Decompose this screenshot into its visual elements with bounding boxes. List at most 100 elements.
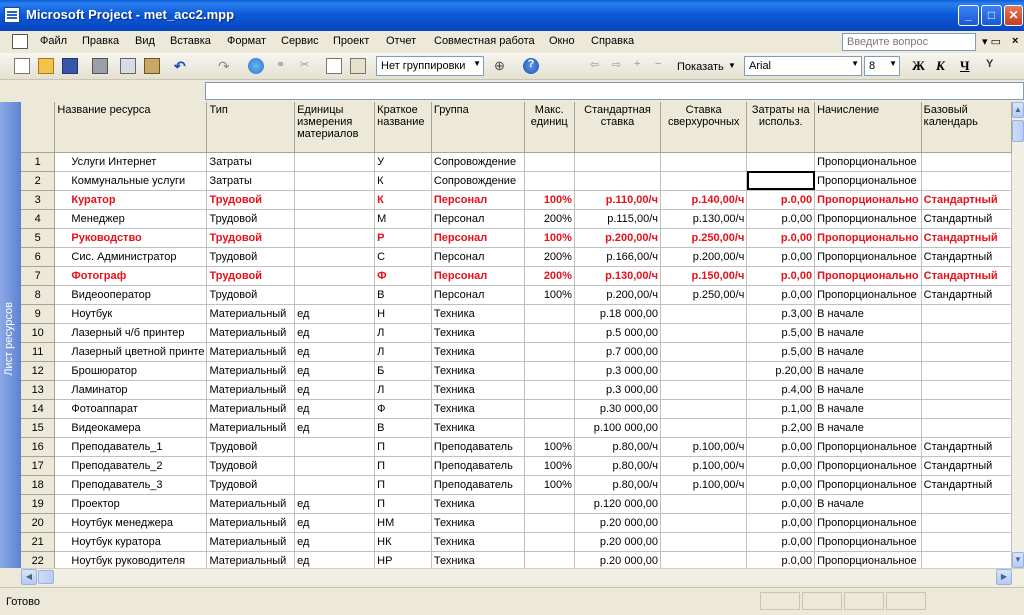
grouping-select[interactable]: Нет группировки ▼ — [376, 56, 484, 76]
cell-group[interactable]: Техника — [431, 304, 525, 324]
cell-cost-per-use[interactable]: р.0,00 — [746, 228, 816, 248]
cell-overtime-rate[interactable]: р.200,00/ч — [660, 247, 748, 267]
cell-accrue[interactable]: В начале — [814, 380, 922, 400]
cell-type[interactable]: Материальный — [206, 532, 296, 552]
cell-cost-per-use[interactable]: р.3,00 — [746, 304, 816, 324]
cell-type[interactable]: Материальный — [206, 380, 296, 400]
cell-cost-per-use[interactable]: р.5,00 — [746, 323, 816, 343]
cell-base-calendar[interactable] — [921, 323, 1012, 343]
menu-insert[interactable]: Вставка — [170, 35, 211, 47]
cell-material-units[interactable]: ед — [294, 494, 376, 514]
cell-group[interactable]: Персонал — [431, 285, 525, 305]
cell-type[interactable]: Трудовой — [206, 247, 296, 267]
cell-type[interactable]: Материальный — [206, 418, 296, 438]
col-max-units[interactable]: Макс. единиц — [524, 102, 575, 153]
cell-standard-rate[interactable]: р.80,00/ч — [574, 456, 662, 476]
table-row[interactable]: 6 Сис. Администратор Трудовой С Персонал 200%… — [21, 247, 1012, 267]
cell-type[interactable]: Материальный — [206, 361, 296, 381]
cell-max-units[interactable] — [524, 399, 575, 419]
cell-overtime-rate[interactable] — [660, 551, 748, 568]
cell-material-units[interactable] — [294, 228, 376, 248]
save-icon[interactable] — [62, 58, 78, 74]
cell-group[interactable]: Персонал — [431, 209, 525, 229]
row-id[interactable]: 15 — [21, 418, 56, 438]
cell-material-units[interactable] — [294, 152, 376, 172]
redo-icon[interactable]: ↷ — [218, 58, 234, 74]
cell-max-units[interactable]: 100% — [524, 190, 575, 210]
cell-base-calendar[interactable] — [921, 494, 1012, 514]
col-material-units[interactable]: Единицы измерения материалов — [294, 102, 376, 153]
cell-standard-rate[interactable]: р.200,00/ч — [574, 228, 662, 248]
cell-group[interactable]: Техника — [431, 323, 525, 343]
cell-group[interactable]: Персонал — [431, 266, 525, 286]
cell-standard-rate[interactable]: р.20 000,00 — [574, 551, 662, 568]
cell-base-calendar[interactable] — [921, 380, 1012, 400]
scroll-up-icon[interactable]: ▲ — [1012, 102, 1024, 118]
help-icon[interactable]: ? — [523, 58, 539, 74]
cell-resource-name[interactable]: Преподаватель_3 — [54, 475, 208, 495]
cell-max-units[interactable] — [524, 361, 575, 381]
cell-max-units[interactable] — [524, 152, 575, 172]
cell-resource-name[interactable]: Лазерный ч/б принтер — [54, 323, 208, 343]
table-row[interactable]: 14 Фотоаппарат Материальный ед Ф Техника р.30 … — [21, 399, 1012, 419]
cell-base-calendar[interactable] — [921, 152, 1012, 172]
cell-cost-per-use[interactable] — [746, 171, 816, 191]
cell-standard-rate[interactable]: р.20 000,00 — [574, 532, 662, 552]
cell-material-units[interactable]: ед — [294, 304, 376, 324]
menu-view[interactable]: Вид — [135, 35, 155, 47]
maximize-button[interactable]: □ — [981, 5, 1002, 26]
cell-accrue[interactable]: Пропорциональное — [814, 209, 922, 229]
cell-resource-name[interactable]: Ноутбук — [54, 304, 208, 324]
cell-max-units[interactable] — [524, 418, 575, 438]
row-id[interactable]: 17 — [21, 456, 56, 476]
row-id[interactable]: 6 — [21, 247, 56, 267]
cell-base-calendar[interactable] — [921, 551, 1012, 568]
row-id[interactable]: 4 — [21, 209, 56, 229]
table-row[interactable]: 22 Ноутбук руководителя Материальный ед НР Те… — [21, 551, 1012, 568]
cell-cost-per-use[interactable]: р.4,00 — [746, 380, 816, 400]
cell-short-name[interactable]: П — [374, 475, 432, 495]
underline-button[interactable]: Ч — [960, 58, 970, 74]
cell-max-units[interactable] — [524, 342, 575, 362]
cell-short-name[interactable]: Л — [374, 323, 432, 343]
filter-icon[interactable]: Y — [986, 58, 1002, 74]
cell-accrue[interactable]: Пропорциональное — [814, 456, 922, 476]
cell-cost-per-use[interactable]: р.1,00 — [746, 399, 816, 419]
cell-group[interactable]: Техника — [431, 494, 525, 514]
cell-cost-per-use[interactable]: р.0,00 — [746, 437, 816, 457]
cell-accrue[interactable]: Пропорциональное — [814, 437, 922, 457]
table-row[interactable]: 12 Брошюратор Материальный ед Б Техника р.3 00… — [21, 361, 1012, 381]
cell-accrue[interactable]: В начале — [814, 361, 922, 381]
cell-base-calendar[interactable]: Стандартный — [921, 475, 1012, 495]
scroll-right-icon[interactable]: ▶ — [996, 569, 1012, 585]
close-button[interactable]: ✕ — [1004, 5, 1023, 26]
cell-type[interactable]: Трудовой — [206, 437, 296, 457]
cell-material-units[interactable]: ед — [294, 399, 376, 419]
cell-material-units[interactable]: ед — [294, 361, 376, 381]
menu-file[interactable]: Файл — [40, 35, 67, 47]
cell-accrue[interactable]: Пропорциональное — [814, 247, 922, 267]
cell-accrue[interactable]: В начале — [814, 494, 922, 514]
col-accrue[interactable]: Начисление — [814, 102, 922, 153]
cell-cost-per-use[interactable] — [746, 152, 816, 172]
cell-base-calendar[interactable] — [921, 361, 1012, 381]
cell-max-units[interactable] — [524, 304, 575, 324]
cell-base-calendar[interactable] — [921, 532, 1012, 552]
cell-standard-rate[interactable]: р.20 000,00 — [574, 513, 662, 533]
cell-type[interactable]: Материальный — [206, 342, 296, 362]
cell-cost-per-use[interactable]: р.5,00 — [746, 342, 816, 362]
cell-short-name[interactable]: Н — [374, 304, 432, 324]
cell-cost-per-use[interactable]: р.20,00 — [746, 361, 816, 381]
col-base-calendar[interactable]: Базовый календарь — [921, 102, 1012, 153]
cell-material-units[interactable] — [294, 475, 376, 495]
cell-standard-rate[interactable]: р.166,00/ч — [574, 247, 662, 267]
cell-short-name[interactable]: Ф — [374, 266, 432, 286]
cell-overtime-rate[interactable] — [660, 342, 748, 362]
cell-overtime-rate[interactable]: р.100,00/ч — [660, 437, 748, 457]
cell-standard-rate[interactable]: р.5 000,00 — [574, 323, 662, 343]
cell-base-calendar[interactable]: Стандартный — [921, 437, 1012, 457]
table-row[interactable]: 2 Коммунальные услуги Затраты К Сопровождени… — [21, 171, 1012, 191]
print-icon[interactable] — [92, 58, 108, 74]
row-id[interactable]: 8 — [21, 285, 56, 305]
zoom-icon[interactable]: ⊕ — [494, 58, 510, 74]
